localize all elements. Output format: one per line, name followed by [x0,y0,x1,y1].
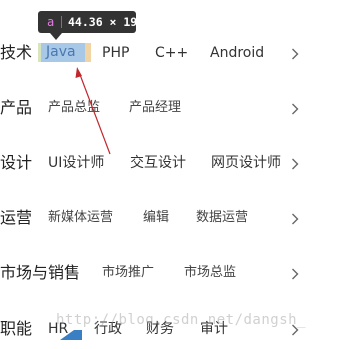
menu-row-functions: 职能 HR 行政 财务 审计 [0,309,346,349]
menu-row-design: 设计 UI设计师 交互设计 网页设计师 [0,143,346,183]
category-label: 技术 [0,43,33,62]
tooltip-tag-name: a [47,15,55,29]
menu-row-operations: 运营 新媒体运营 编辑 数据运营 [0,198,346,238]
menu-item-php[interactable]: PHP [102,33,129,73]
menu-item-finance[interactable]: 财务 [146,309,174,349]
inspector-tooltip: a 44.36 × 19 [38,11,138,33]
menu-item-interaction-design[interactable]: 交互设计 [130,143,186,183]
menu-item-web-designer[interactable]: 网页设计师 [211,143,281,183]
menu-item-java[interactable]: Java [46,43,76,62]
tooltip-pointer [50,33,62,40]
menu-item-audit[interactable]: 审计 [200,309,228,349]
menu-item-admin[interactable]: 行政 [94,309,122,349]
menu-item-android[interactable]: Android [210,33,264,73]
menu-row-product: 产品 产品总监 产品经理 [0,88,346,128]
highlight-padding [85,43,91,62]
menu-item-marketing-director[interactable]: 市场总监 [184,253,236,293]
menu-item-product-director[interactable]: 产品总监 [48,88,100,128]
category-label: 职能 [0,319,33,338]
menu-item-marketing-promotion[interactable]: 市场推广 [102,253,154,293]
chevron-right-icon[interactable] [289,143,301,183]
chevron-right-icon[interactable] [289,198,301,238]
menu-item-product-manager[interactable]: 产品经理 [129,88,181,128]
category-label: 运营 [0,208,33,227]
chevron-right-icon[interactable] [289,33,301,73]
category-label: 市场与销售 [0,263,81,282]
menu-item-data-operations[interactable]: 数据运营 [196,198,248,238]
menu-item-new-media[interactable]: 新媒体运营 [48,198,113,238]
chevron-right-icon[interactable] [289,309,301,349]
watermark-logo-icon [60,330,82,340]
tooltip-divider [61,16,62,28]
menu-item-cpp[interactable]: C++ [155,33,188,73]
category-label: 产品 [0,98,33,117]
chevron-right-icon[interactable] [289,88,301,128]
menu-row-marketing-sales: 市场与销售 市场推广 市场总监 [0,253,346,293]
chevron-right-icon[interactable] [289,253,301,293]
tooltip-dimensions: 44.36 × 19 [68,15,138,29]
menu-item-editor[interactable]: 编辑 [143,198,169,238]
category-label: 设计 [0,153,33,172]
menu-item-hr[interactable]: HR [48,309,68,349]
menu-item-ui-designer[interactable]: UI设计师 [48,143,104,183]
